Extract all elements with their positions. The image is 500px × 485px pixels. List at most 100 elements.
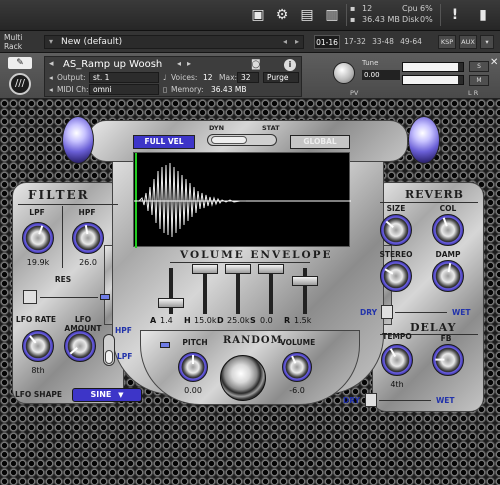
midi-channel-select[interactable]: omni	[89, 84, 159, 95]
close-icon[interactable]: ✕	[490, 57, 498, 68]
delay-fb-knob-pointer	[435, 358, 445, 361]
envelope-letter-h: H	[184, 316, 191, 325]
wrench-icon[interactable]: ✎	[8, 57, 32, 69]
hpf-knob-pointer	[84, 225, 89, 235]
divider	[346, 4, 347, 26]
rack-range-33-48[interactable]: 33-48	[370, 35, 396, 49]
rack-label-line2: Rack	[4, 42, 23, 51]
output-select[interactable]: st. 1	[89, 72, 159, 83]
warning-icon[interactable]: !	[445, 6, 465, 24]
envelope-fader-a[interactable]	[158, 298, 184, 308]
pitch-knob[interactable]	[178, 352, 208, 382]
prev-preset-icon[interactable]: ◂	[283, 37, 287, 46]
instrument-logo: ///	[9, 73, 31, 95]
meter-fill-left	[403, 63, 459, 71]
reverb-col-knob[interactable]	[432, 214, 464, 246]
solo-button[interactable]: S	[469, 61, 489, 72]
reverb-size-knob[interactable]	[380, 214, 412, 246]
envelope-title-underline	[170, 262, 310, 263]
multi-preset-name: New (default)	[61, 37, 123, 47]
right-bulb-ornament	[408, 116, 440, 164]
delay-mix-track[interactable]	[379, 400, 431, 401]
reverb-wet-label: WET	[452, 308, 471, 317]
envelope-fader-slot[interactable]	[203, 268, 207, 314]
rack-label-line1: Multi	[4, 33, 23, 42]
rack-menu-button[interactable]: ▾	[480, 35, 494, 49]
max-voices-field[interactable]: 32	[237, 72, 259, 83]
rack-label: Multi Rack	[4, 33, 22, 51]
reverb-mix-track[interactable]	[395, 312, 447, 313]
info-icon[interactable]: i	[284, 59, 296, 71]
aux-button[interactable]: AUX	[459, 35, 477, 49]
prev-instrument-icon[interactable]: ◂	[177, 59, 181, 68]
res-slider-track[interactable]	[40, 297, 98, 298]
disk-value: 0%	[420, 15, 433, 24]
instrument-menu-icon[interactable]: ◂	[49, 59, 54, 69]
next-preset-icon[interactable]: ▸	[295, 37, 299, 46]
reverb-damp-knob[interactable]	[432, 260, 464, 292]
midi-icon: ▪	[350, 4, 356, 13]
dyn-stat-switch[interactable]	[207, 134, 277, 146]
gear-icon[interactable]: ⚙	[272, 6, 292, 24]
envelope-value-s: 0.0	[260, 316, 273, 325]
snapshot-camera-icon[interactable]: ◙	[251, 59, 261, 70]
envelope-fader-h[interactable]	[192, 264, 218, 274]
rack-header: Multi Rack ▾ New (default) ◂ ▸ 01-16 17-…	[0, 31, 500, 53]
reverb-title: REVERB	[405, 188, 464, 201]
browser-icon[interactable]: ▥	[322, 6, 342, 24]
envelope-value-h: 15.0k	[194, 316, 217, 325]
lfo-target-switch[interactable]	[103, 334, 115, 366]
pitch-knob-pointer	[192, 355, 194, 364]
view-icon[interactable]: ▤	[297, 6, 317, 24]
envelope-fader-slot[interactable]	[303, 268, 307, 314]
lfo-rate-knob[interactable]	[22, 330, 54, 362]
delay-fb-knob[interactable]	[432, 344, 464, 376]
preset-menu-icon[interactable]: ▾	[49, 37, 53, 46]
fb-label: FB	[440, 334, 452, 343]
filter-divider	[62, 206, 63, 268]
random-button[interactable]	[220, 355, 266, 401]
res-indicator-led	[100, 294, 110, 300]
tab-full-vel[interactable]: FULL VEL	[133, 135, 195, 149]
delay-tempo-knob[interactable]	[381, 344, 413, 376]
mute-button[interactable]: M	[469, 75, 489, 86]
size-label: SIZE	[386, 204, 406, 213]
envelope-letter-r: R	[284, 316, 291, 325]
dyn-stat-switch-handle[interactable]	[211, 136, 247, 144]
purge-select[interactable]: Purge	[263, 72, 299, 83]
rack-range-17-32[interactable]: 17-32	[342, 35, 368, 49]
panel-icon[interactable]: ▮	[473, 6, 493, 24]
multi-preset-field[interactable]: ▾ New (default) ◂ ▸	[44, 35, 304, 49]
lfo-target-switch-handle[interactable]	[105, 350, 113, 364]
save-icon[interactable]: ▣	[248, 6, 268, 24]
lfo-shape-dropdown[interactable]: SINE ▼	[72, 388, 142, 402]
volume-knob[interactable]	[282, 352, 312, 382]
next-instrument-icon[interactable]: ▸	[187, 59, 191, 68]
tab-global[interactable]: GLOBAL	[290, 135, 350, 149]
envelope-fader-slot[interactable]	[269, 268, 273, 314]
hpf-knob[interactable]	[72, 222, 104, 254]
envelope-fader-s[interactable]	[258, 264, 284, 274]
tune-knob[interactable]	[333, 62, 355, 84]
reverb-mix-handle[interactable]	[381, 305, 393, 319]
lfo-amount-knob[interactable]	[64, 330, 96, 362]
envelope-fader-r[interactable]	[292, 276, 318, 286]
rack-range-01-16[interactable]: 01-16	[314, 35, 340, 49]
reverb-damp-knob-pointer	[447, 263, 452, 273]
host-memory: 36.43 MB	[362, 15, 400, 24]
rack-range-49-64[interactable]: 49-64	[398, 35, 424, 49]
waveform-display	[133, 152, 351, 248]
ksp-button[interactable]: KSP	[438, 35, 456, 49]
reverb-stereo-knob[interactable]	[380, 260, 412, 292]
reverb-title-underline	[380, 202, 478, 203]
delay-mix-handle[interactable]	[365, 393, 377, 407]
lfo-shape-value: SINE	[90, 390, 112, 399]
lpf-value: 19.9k	[26, 258, 50, 267]
res-slider-handle[interactable]	[23, 290, 37, 304]
envelope-fader-d[interactable]	[225, 264, 251, 274]
lpf-knob[interactable]	[22, 222, 54, 254]
envelope-fader-slot[interactable]	[236, 268, 240, 314]
envelope-letter-a: A	[150, 316, 157, 325]
volume-label: VOLUME	[280, 338, 316, 347]
host-toolbar: ▣ ⚙ ▤ ▥ ▪ 12 ▪ 36.43 MB Cpu 6% Disk 0% !…	[0, 0, 500, 31]
